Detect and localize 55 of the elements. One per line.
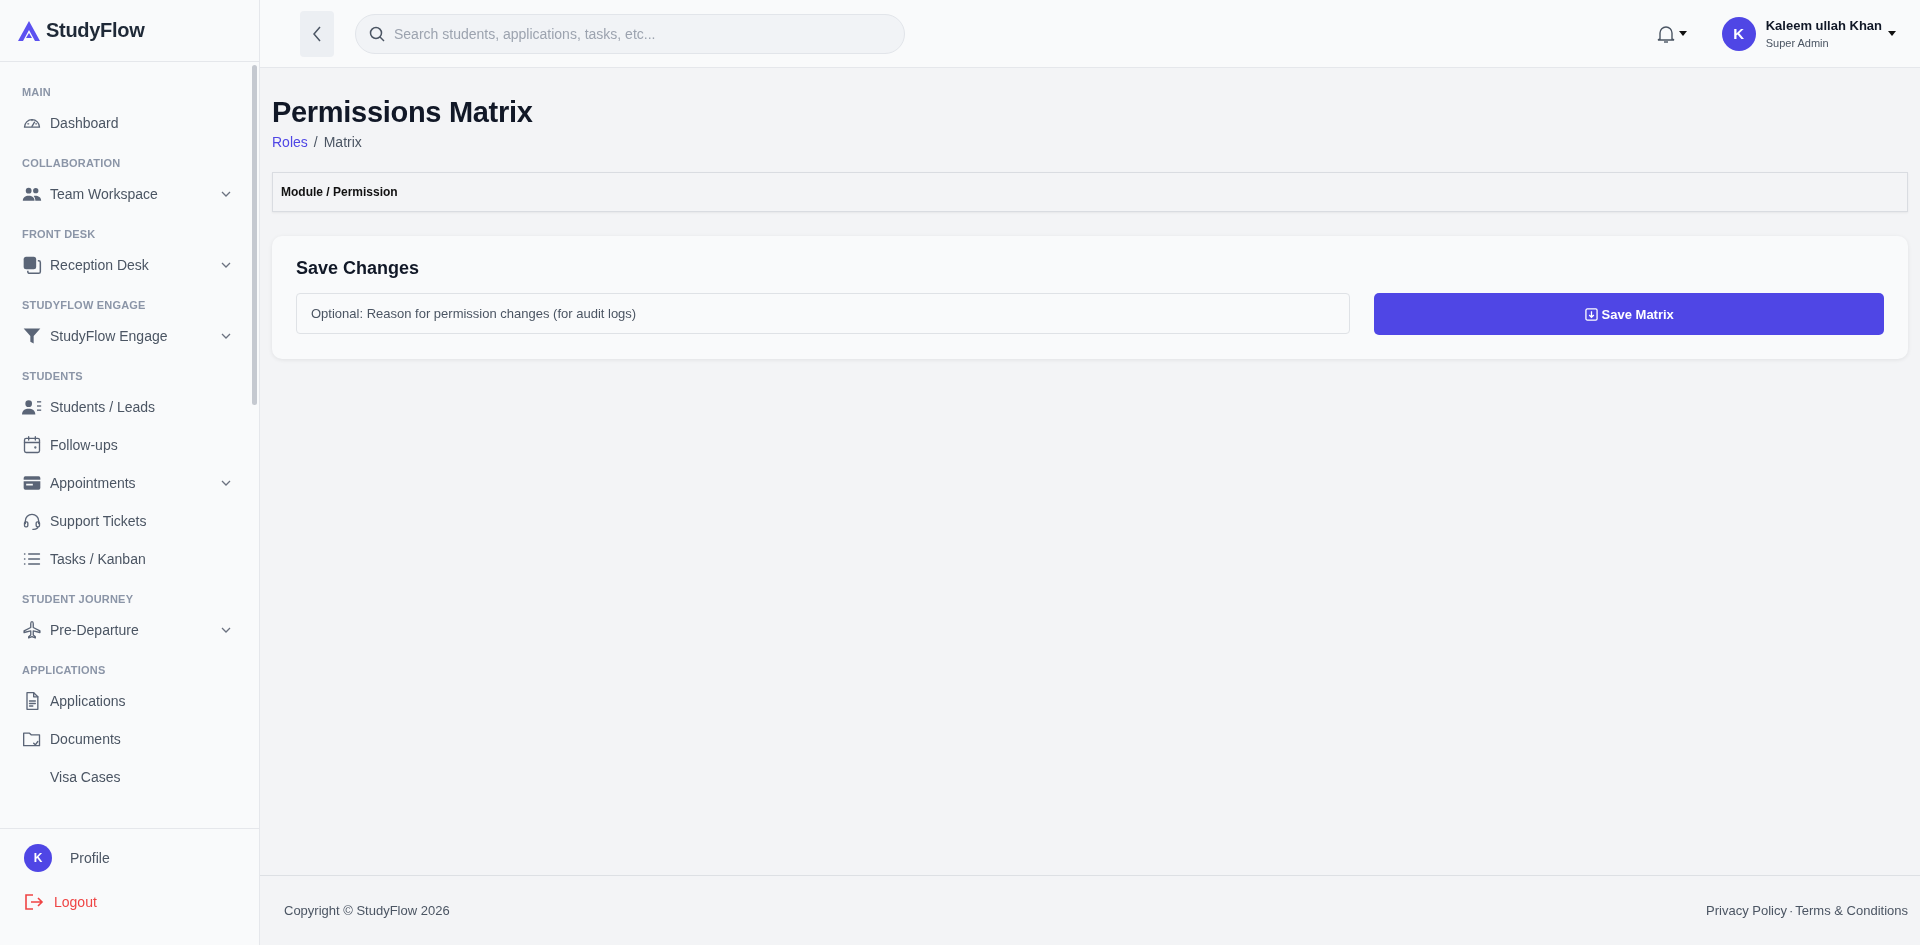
page-title: Permissions Matrix xyxy=(272,96,534,129)
sidebar-item[interactable]: Support Tickets xyxy=(22,502,252,540)
card-title: Save Changes xyxy=(296,258,421,279)
footer-link[interactable]: Terms & Conditions xyxy=(1795,903,1908,918)
section-label: MAIN xyxy=(22,86,52,98)
sidebar-item[interactable]: Students / Leads xyxy=(22,388,252,426)
copyright-text: Copyright © StudyFlow 2026 xyxy=(284,903,450,918)
caret-icon[interactable] xyxy=(1888,31,1896,36)
person-list-icon xyxy=(22,397,42,417)
section-label: STUDENTS xyxy=(22,370,84,382)
user-name: Kaleem ullah Khan xyxy=(1765,18,1882,33)
sidebar-item[interactable]: Reception Desk xyxy=(22,246,252,284)
chevron-left-icon xyxy=(312,25,322,42)
section-label: APPLICATIONS xyxy=(22,664,107,676)
sidebar-item[interactable]: Applications xyxy=(22,682,252,720)
sidebar-item[interactable]: Visa Cases xyxy=(22,758,252,796)
reason-input-field[interactable]: Optional: Reason for permission changes (for audit logs) xyxy=(296,293,1351,334)
card-icon xyxy=(22,473,42,493)
avatar: K xyxy=(1721,16,1756,51)
search-field[interactable]: Search students, applications, tasks, etc... xyxy=(355,13,905,54)
sidebar-item[interactable]: Appointments xyxy=(22,464,252,502)
download-icon xyxy=(1584,307,1598,321)
sidebar-item[interactable]: Follow-ups xyxy=(22,426,252,464)
calendar-icon xyxy=(22,435,42,455)
avatar: K xyxy=(24,844,52,872)
headset-icon xyxy=(22,511,42,531)
scrollbar[interactable] xyxy=(252,65,257,405)
sidebar-item[interactable]: Tasks / Kanban xyxy=(22,540,252,578)
logout-link[interactable]: Logout xyxy=(24,893,235,911)
sidebar-item[interactable]: Team Workspace xyxy=(22,175,252,213)
sidebar-item[interactable]: Pre-Departure xyxy=(22,611,252,649)
section-label: STUDENT JOURNEY xyxy=(22,593,135,605)
footer-link[interactable]: Privacy Policy xyxy=(1706,903,1787,918)
section-label: STUDYFLOW ENGAGE xyxy=(22,299,147,311)
breadcrumb-current: Matrix xyxy=(323,134,362,150)
column-header: Module / Permission xyxy=(281,185,398,199)
stacked-squares-icon xyxy=(22,255,42,275)
breadcrumb-link[interactable]: Roles xyxy=(272,134,308,150)
user-role: Super Admin xyxy=(1765,37,1830,49)
section-label: FRONT DESK xyxy=(22,228,97,240)
sidebar-item[interactable]: StudyFlow Engage xyxy=(22,317,252,355)
sidebar-item[interactable]: Documents xyxy=(22,720,252,758)
funnel-icon xyxy=(22,326,42,346)
brand-name: StudyFlow xyxy=(46,19,145,42)
profile-link[interactable]: K Profile xyxy=(24,843,235,873)
caret-icon xyxy=(1678,31,1687,36)
save-matrix-button[interactable]: Save Matrix xyxy=(1374,293,1884,335)
airplane-icon xyxy=(22,620,42,640)
breadcrumb-separator: / xyxy=(313,134,318,150)
section-label: COLLABORATION xyxy=(22,157,122,169)
bell-icon xyxy=(1656,23,1675,44)
footer-separator: · xyxy=(1788,903,1794,918)
logo-icon xyxy=(18,20,40,41)
logout-icon xyxy=(24,893,44,911)
sidebar-item[interactable]: Dashboard xyxy=(22,104,252,142)
